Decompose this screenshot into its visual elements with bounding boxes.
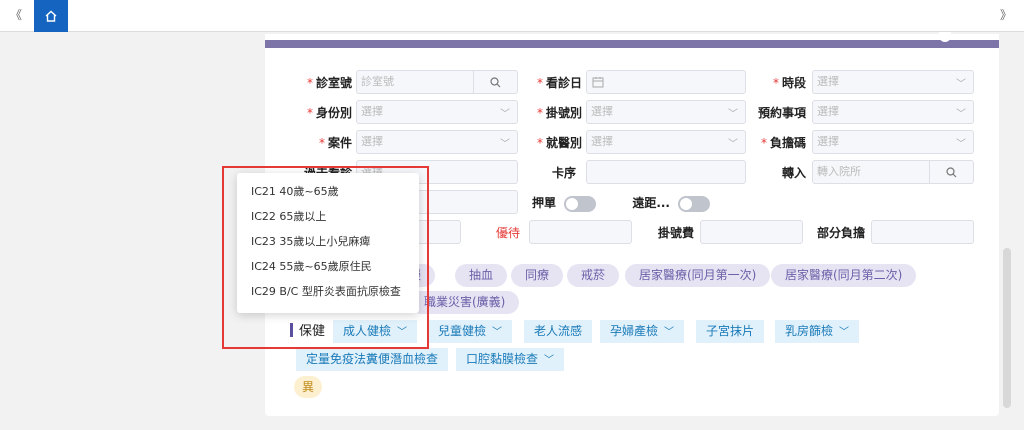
chevron-down-icon: ﹀ (544, 355, 555, 366)
reg-fee-input[interactable] (700, 220, 803, 244)
chevron-down-icon: ﹀ (664, 327, 675, 338)
clinic-no-label: * 診室號 (306, 76, 352, 90)
visit-date-input[interactable] (586, 70, 746, 94)
priority-input[interactable] (529, 220, 632, 244)
chevron-down-icon: ﹀ (956, 109, 966, 120)
home-tab[interactable] (34, 0, 68, 32)
medical-type-select[interactable]: 選擇 ﹀ (586, 130, 746, 154)
nav-prev-icon[interactable]: 《 (8, 7, 24, 23)
clinic-no-input[interactable]: 診室號 (356, 70, 518, 94)
transfer-search-button[interactable] (929, 161, 973, 183)
appointment-label: 預約事項 (757, 106, 806, 120)
registration-select[interactable]: 選擇 ﹀ (586, 100, 746, 124)
chip-quit-smoking[interactable]: 戒菸 (567, 264, 620, 287)
tag-prenatal-checkup[interactable]: 孕婦產檢 ﹀ (600, 320, 685, 343)
tag-child-checkup[interactable]: 兒童健檢 ﹀ (428, 320, 513, 343)
priority-label: 優待 (495, 226, 520, 240)
chevron-down-icon: ﹀ (500, 109, 510, 120)
chevron-down-icon: ﹀ (728, 109, 738, 120)
partial-copay-input[interactable] (871, 220, 974, 244)
identity-label: * 身份別 (306, 106, 352, 120)
scrollbar[interactable] (1003, 248, 1011, 408)
chevron-down-icon: ﹀ (839, 327, 850, 338)
chevron-down-icon: ﹀ (956, 139, 966, 150)
card-seq-input[interactable] (586, 160, 746, 184)
time-slot-label: * 時段 (772, 76, 806, 90)
medical-type-label: * 就醫別 (536, 136, 582, 150)
copay-code-select[interactable]: 選擇 ﹀ (812, 130, 974, 154)
chip-home-care-first[interactable]: 居家醫療(同月第一次) (625, 264, 771, 287)
visit-date-label: * 看診日 (536, 76, 582, 90)
calendar-icon (592, 77, 604, 88)
panel-header-bar (265, 40, 999, 48)
chevron-down-icon: ﹀ (728, 139, 738, 150)
case-label: * 案件 (318, 136, 352, 150)
tag-oral-mucosa[interactable]: 口腔黏膜檢查 ﹀ (456, 348, 565, 371)
registration-label: * 掛號別 (536, 106, 582, 120)
search-icon (490, 76, 501, 87)
time-slot-select[interactable]: 選擇 ﹀ (812, 70, 974, 94)
partial-copay-label: 部分負擔 (816, 226, 865, 240)
appointment-select[interactable]: 選擇 ﹀ (812, 100, 974, 124)
abnormal-tag[interactable]: 異 (294, 376, 323, 398)
tag-pap-smear[interactable]: 子宮抹片 (696, 320, 765, 343)
chevron-down-icon: ﹀ (956, 79, 966, 90)
chevron-down-icon: ﹀ (492, 327, 503, 338)
top-bar: 《 》 (0, 0, 1024, 32)
chip-home-care-second[interactable]: 居家醫療(同月第二次) (771, 264, 917, 287)
tag-fecal-occult-blood[interactable]: 定量免疫法糞便潛血檢查 (296, 348, 449, 371)
case-select[interactable]: 選擇 ﹀ (356, 130, 518, 154)
identity-select[interactable]: 選擇 ﹀ (356, 100, 518, 124)
reg-fee-label: 掛號費 (657, 226, 694, 240)
chip-blood-draw[interactable]: 抽血 (455, 264, 508, 287)
card-seq-label: 卡序 (551, 166, 576, 180)
chip-same-treatment[interactable]: 同療 (511, 264, 564, 287)
chevron-down-icon: ﹀ (500, 139, 510, 150)
highlight-box (222, 166, 429, 349)
copay-code-label: * 負擔碼 (760, 136, 806, 150)
tag-breast-screening[interactable]: 乳房篩檢 ﹀ (775, 320, 860, 343)
transfer-input[interactable]: 轉入院所 (812, 160, 974, 184)
tag-elderly-flu[interactable]: 老人流感 (524, 320, 593, 343)
remote-toggle[interactable] (678, 196, 710, 212)
deposit-toggle[interactable] (564, 196, 596, 212)
search-icon (946, 166, 957, 177)
deposit-label: 押單 (531, 196, 556, 210)
clinic-no-search-button[interactable] (473, 71, 517, 93)
nav-next-icon[interactable]: 》 (998, 7, 1014, 23)
remote-label: 遠距... (632, 196, 670, 210)
home-icon (45, 10, 57, 22)
transfer-label: 轉入 (781, 166, 806, 180)
